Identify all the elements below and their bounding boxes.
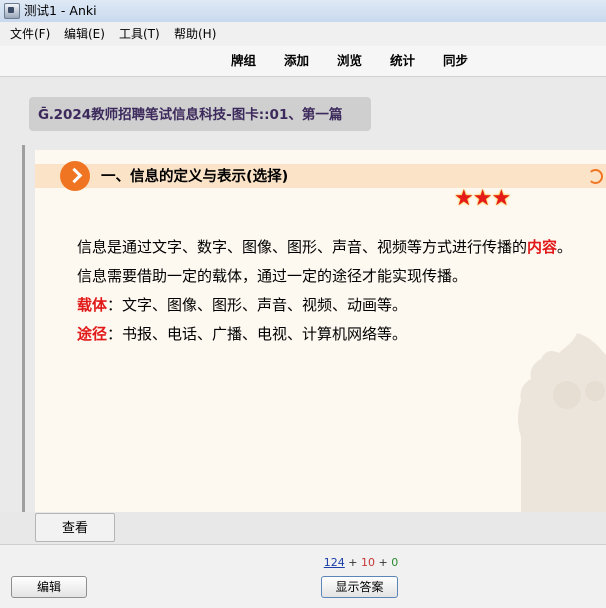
line-text: ：文字、图像、图形、声音、视频、动画等。	[107, 296, 408, 314]
toolbar: 牌组 添加 浏览 统计 同步	[0, 46, 606, 77]
view-button[interactable]: 查看	[35, 513, 115, 542]
section-title: 一、信息的定义与表示(选择)	[101, 169, 289, 185]
show-answer-button[interactable]: 显示答案	[321, 576, 398, 598]
count-new: 124	[323, 556, 345, 569]
line-text: ：书报、电话、广播、电视、计算机网络等。	[107, 325, 408, 343]
toolbar-add[interactable]: 添加	[284, 53, 309, 69]
deck-name: Ḡ․2024教师招聘笔试信息科技-图卡::01、第一篇	[38, 107, 343, 123]
menu-bar: 文件(F) 编辑(E) 工具(T) 帮助(H)	[0, 22, 606, 47]
toolbar-browse[interactable]: 浏览	[337, 53, 362, 69]
card-line-3: 载体：文字、图像、图形、声音、视频、动画等。	[77, 294, 407, 316]
chevron-right-icon	[60, 161, 90, 191]
toolbar-stats[interactable]: 统计	[390, 53, 415, 69]
anki-app-icon	[4, 3, 20, 19]
count-review: 0	[391, 556, 399, 569]
card-line-1: 信息是通过文字、数字、图像、图形、声音、视频等方式进行传播的内容。	[77, 236, 572, 258]
decorative-figure-icon	[518, 333, 606, 512]
toolbar-sync[interactable]: 同步	[443, 53, 468, 69]
count-separator: +	[348, 556, 358, 569]
count-learn: 10	[361, 556, 375, 569]
keyword-content: 内容	[527, 238, 558, 256]
card-line-4: 途径：书报、电话、广播、电视、计算机网络等。	[77, 323, 407, 345]
keyword-channel: 途径	[77, 325, 108, 343]
difficulty-stars-icon: ★★★	[454, 186, 511, 211]
card-line-2: 信息需要借助一定的载体，通过一定的途径才能实现传播。	[77, 267, 468, 285]
toolbar-decks[interactable]: 牌组	[231, 53, 256, 69]
line-end: 。	[557, 238, 573, 256]
menu-tools[interactable]: 工具(T)	[119, 26, 160, 42]
due-counts: 124 + 10 + 0	[0, 556, 606, 569]
swirl-icon	[588, 169, 603, 184]
count-separator: +	[378, 556, 388, 569]
card-left-border	[22, 145, 25, 540]
window-title: 测试1 - Anki	[24, 3, 97, 18]
menu-file[interactable]: 文件(F)	[10, 26, 50, 42]
keyword-carrier: 载体	[77, 296, 108, 314]
menu-edit[interactable]: 编辑(E)	[64, 26, 105, 42]
menu-help[interactable]: 帮助(H)	[174, 26, 216, 42]
line-text: 信息是通过文字、数字、图像、图形、声音、视频等方式进行传播的	[77, 238, 528, 256]
bottom-bar	[0, 544, 606, 608]
edit-button[interactable]: 编辑	[11, 576, 87, 598]
